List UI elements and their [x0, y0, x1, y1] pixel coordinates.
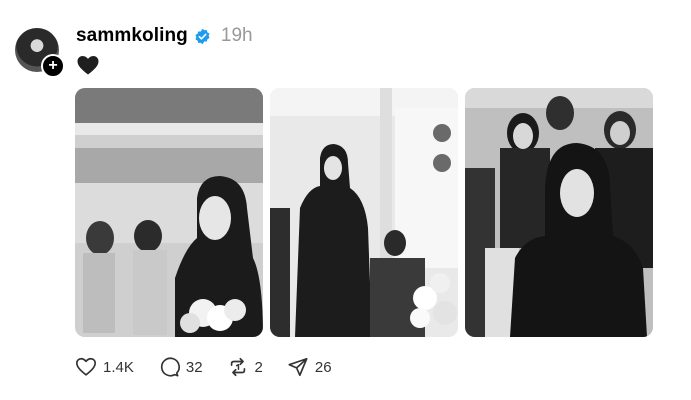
post-header: sammkoling 19h: [76, 25, 253, 47]
post-actions: 1.4K 32 2 26: [75, 356, 356, 378]
username[interactable]: sammkoling: [76, 25, 188, 47]
like-button[interactable]: 1.4K: [75, 356, 134, 378]
repost-count: 2: [254, 358, 263, 376]
post-time: 19h: [220, 25, 253, 46]
repost-icon: [230, 357, 245, 377]
reply-count: 32: [185, 358, 203, 376]
heart-icon: [77, 56, 99, 75]
repost-button[interactable]: 2: [227, 356, 263, 378]
avatar[interactable]: +: [15, 28, 65, 78]
share-button[interactable]: 26: [287, 356, 332, 378]
photo-2[interactable]: [270, 88, 458, 337]
comment-icon: [160, 357, 180, 377]
photo-3[interactable]: [465, 88, 653, 337]
verified-badge-icon: [195, 28, 210, 44]
heart-outline-icon: [76, 357, 96, 376]
share-count: 26: [314, 358, 332, 376]
image-gallery: [75, 88, 653, 337]
reply-button[interactable]: 32: [158, 356, 203, 378]
photo-1[interactable]: [75, 88, 263, 337]
send-icon: [288, 357, 308, 377]
follow-plus-icon[interactable]: +: [41, 54, 65, 78]
like-count: 1.4K: [103, 358, 134, 376]
